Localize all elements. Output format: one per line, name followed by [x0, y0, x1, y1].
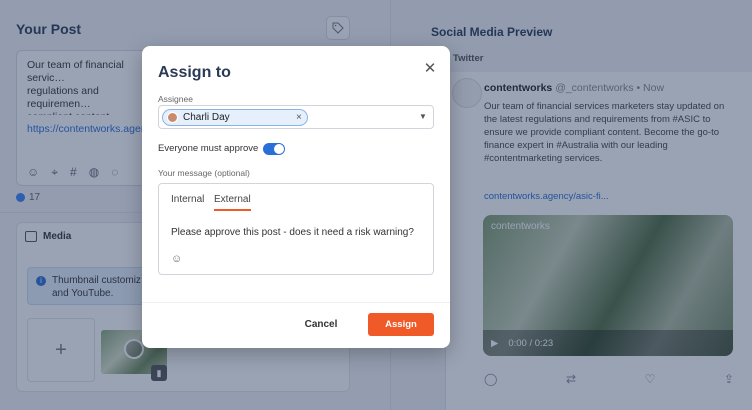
avatar: [167, 112, 178, 123]
message-text[interactable]: Please approve this post - does it need …: [171, 227, 414, 238]
assign-button[interactable]: Assign: [368, 313, 434, 336]
message-box[interactable]: Internal External Please approve this po…: [158, 183, 434, 275]
chevron-down-icon[interactable]: ▼: [419, 112, 427, 121]
toggle-label: Everyone must approve: [158, 143, 259, 154]
assignee-select[interactable]: Charli Day × ▼: [158, 105, 434, 129]
dialog-title: Assign to: [158, 64, 231, 81]
assignee-name: Charli Day: [183, 112, 230, 123]
tab-internal[interactable]: Internal: [171, 194, 204, 209]
approve-toggle[interactable]: [263, 143, 285, 155]
toggle-knob: [274, 144, 284, 154]
assign-dialog: Assign to ✕ Assignee Charli Day × ▼ Ever…: [142, 46, 450, 348]
assignee-chip: Charli Day ×: [162, 109, 308, 126]
close-icon[interactable]: ✕: [422, 59, 438, 77]
assignee-label: Assignee: [158, 94, 193, 104]
cancel-button[interactable]: Cancel: [296, 314, 346, 334]
remove-icon[interactable]: ×: [296, 112, 302, 123]
tab-external[interactable]: External: [214, 194, 251, 211]
message-label: Your message (optional): [158, 168, 250, 178]
divider: [142, 302, 450, 303]
smile-icon[interactable]: ☺: [171, 253, 182, 265]
